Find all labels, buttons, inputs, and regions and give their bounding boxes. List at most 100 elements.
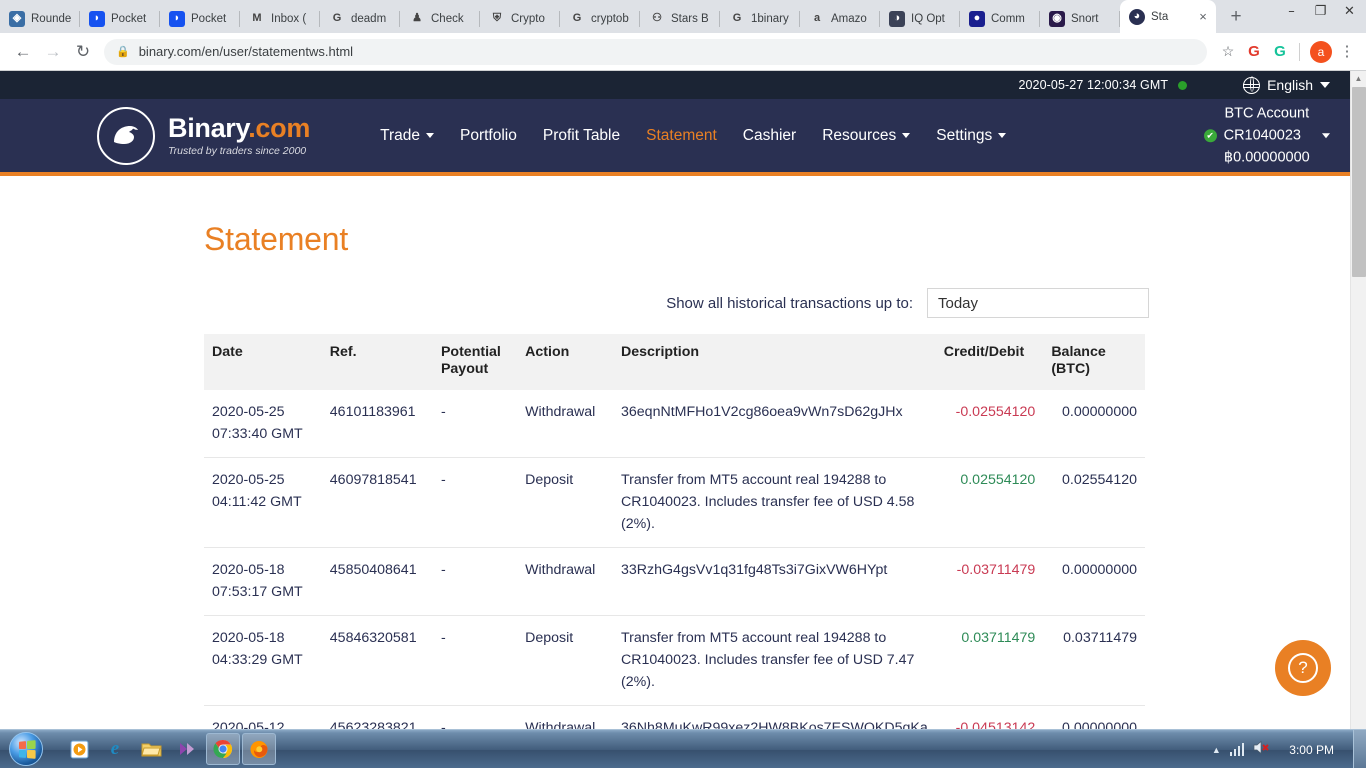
browser-tab[interactable]: ◗ Pocket <box>80 4 160 33</box>
account-switcher[interactable]: BTC Account ✔ CR1040023 ฿0.00000000 <box>1203 102 1330 169</box>
address-bar[interactable]: 🔒 binary.com/en/user/statementws.html <box>104 38 1207 65</box>
show-desktop-button[interactable] <box>1353 730 1366 768</box>
statement-filter-row: Show all historical transactions up to: … <box>204 288 1149 318</box>
browser-tab[interactable]: Gcryptob <box>560 4 640 33</box>
cell-credit-debit: -0.03711479 <box>935 547 1044 617</box>
browser-tab[interactable]: Gdeadm <box>320 4 400 33</box>
profile-avatar[interactable]: a <box>1310 40 1332 63</box>
column-header-description[interactable]: Description <box>613 334 936 391</box>
browser-tab[interactable]: ♟ Check <box>400 4 480 33</box>
table-row[interactable]: 2020-05-18 07:53:17 GMT 45850408641- Withd… <box>204 547 1145 617</box>
filter-label: Show all historical transactions up to: <box>666 294 913 312</box>
mozilla-firefox-icon[interactable] <box>242 733 276 765</box>
nav-item-statement[interactable]: Statement <box>646 127 717 145</box>
media-player-classic-icon[interactable] <box>170 733 204 765</box>
file-explorer-icon[interactable] <box>134 733 168 765</box>
tab-label: IQ Opt <box>911 12 945 25</box>
table-row[interactable]: 2020-05-18 04:33:29 GMT 45846320581- Depos… <box>204 615 1145 707</box>
browser-tab[interactable]: ◑ IQ Opt <box>880 4 960 33</box>
nav-item-profit-table[interactable]: Profit Table <box>543 127 620 145</box>
browser-tab-active[interactable]: ◕ Sta × <box>1120 0 1216 33</box>
date-filter-input[interactable]: Today <box>927 288 1149 318</box>
forward-icon[interactable]: → <box>38 37 68 67</box>
tab-label: cryptob <box>591 12 629 25</box>
google-icon: G <box>332 12 342 24</box>
pocket-icon: ◗ <box>169 10 185 27</box>
browser-tab[interactable]: ● Comm <box>960 4 1040 33</box>
page-title: Statement <box>204 221 349 257</box>
bookmark-star-icon[interactable]: ☆ <box>1215 43 1241 60</box>
browser-tab[interactable]: ⚇ Stars B <box>640 4 720 33</box>
cell-description: 36eqnNtMFHo1V2cg86oea9vWn7sD62gJHx <box>613 390 936 459</box>
account-id: CR1040023 <box>1223 127 1301 144</box>
pocket-icon: ◗ <box>89 10 105 27</box>
close-icon[interactable]: × <box>1196 10 1210 24</box>
taskbar-clock[interactable]: 3:00 PM <box>1279 743 1344 757</box>
toolbar-divider <box>1299 42 1300 61</box>
nav-item-settings[interactable]: Settings <box>936 127 1007 145</box>
cell-potential-payout: - <box>432 705 518 729</box>
internet-explorer-icon[interactable]: e <box>98 733 132 765</box>
verified-check-icon: ✔ <box>1203 129 1217 142</box>
browser-tab[interactable]: ◉ Snort <box>1040 4 1120 33</box>
chevron-down-icon[interactable] <box>1322 133 1330 138</box>
column-header-date[interactable]: Date <box>204 334 322 391</box>
browser-tab[interactable]: ⛨ Crypto <box>480 4 560 33</box>
table-row[interactable]: 2020-05-25 04:11:42 GMT 46097818541- Depos… <box>204 457 1145 549</box>
browser-tab[interactable]: G 1binary <box>720 4 800 33</box>
table-row[interactable]: 2020-05-25 07:33:40 GMT 46101183961- Withd… <box>204 390 1145 459</box>
column-header-ref[interactable]: Ref. <box>321 334 433 391</box>
window-controls: – ❐ ✕ <box>1277 1 1364 21</box>
tab-label: Sta <box>1151 10 1169 23</box>
minimize-button[interactable]: – <box>1277 1 1306 21</box>
cell-potential-payout: - <box>432 615 518 707</box>
page-scrollbar[interactable]: ▲ <box>1350 71 1366 729</box>
google-icon: G <box>572 12 582 24</box>
language-selector[interactable]: English <box>1242 76 1330 94</box>
site-logo[interactable]: Binary.com Trusted by traders since 2000 <box>97 106 310 165</box>
table-row[interactable]: 2020-05-12 07:04:25 GMT45623283821-Withd… <box>204 705 1145 729</box>
help-button[interactable]: ? <box>1275 640 1331 696</box>
nav-item-resources[interactable]: Resources <box>822 127 911 145</box>
comm-icon: ● <box>969 10 985 27</box>
scroll-up-arrow[interactable]: ▲ <box>1351 71 1366 87</box>
nav-item-label: Profit Table <box>542 126 621 144</box>
new-tab-button[interactable]: + <box>1222 3 1250 31</box>
volume-muted-icon[interactable] <box>1253 740 1270 760</box>
cell-balance: 0.00000000 <box>1043 705 1145 729</box>
logo-tagline: Trusted by traders since 2000 <box>168 144 307 157</box>
tab-label: Amazo <box>831 12 867 25</box>
cell-action: Withdrawal <box>517 390 614 459</box>
nav-item-portfolio[interactable]: Portfolio <box>460 127 517 145</box>
windows-start-orb-icon <box>9 732 43 766</box>
google-chrome-icon[interactable] <box>206 733 240 765</box>
server-time: 2020-05-27 12:00:34 GMT <box>1018 78 1169 92</box>
language-label: English <box>1267 77 1313 93</box>
tab-label: Comm <box>991 12 1025 25</box>
windows-media-player-icon[interactable] <box>62 733 96 765</box>
grammarly-extension-icon[interactable]: G <box>1267 39 1293 65</box>
back-icon[interactable]: ← <box>8 37 38 67</box>
cell-description: Transfer from MT5 account real 194288 to… <box>613 615 936 707</box>
page-viewport: ▲ 2020-05-27 12:00:34 GMT English Binary… <box>0 71 1366 729</box>
browser-tab[interactable]: ◈ Rounde <box>0 4 80 33</box>
scrollbar-thumb[interactable] <box>1352 87 1366 277</box>
browser-tab[interactable]: M Inbox ( <box>240 4 320 33</box>
column-header-potential-payout[interactable]: Potential Payout <box>432 334 518 391</box>
chrome-menu-icon[interactable]: ⋮ <box>1336 44 1358 59</box>
nav-item-cashier[interactable]: Cashier <box>743 127 796 145</box>
start-button[interactable] <box>2 730 50 768</box>
amazon-icon: a <box>813 12 821 24</box>
column-header-action[interactable]: Action <box>517 334 614 391</box>
close-window-button[interactable]: ✕ <box>1335 1 1364 21</box>
column-header-balance[interactable]: Balance (BTC) <box>1043 334 1145 391</box>
tray-expand-icon[interactable]: ▲ <box>1212 745 1221 755</box>
browser-tab[interactable]: ◗ Pocket <box>160 4 240 33</box>
reload-icon[interactable]: ↻ <box>68 37 98 67</box>
network-icon[interactable] <box>1229 743 1245 756</box>
google-translate-extension-icon[interactable]: G <box>1241 39 1267 65</box>
column-header-credit-debit[interactable]: Credit/Debit <box>935 334 1044 391</box>
nav-item-trade[interactable]: Trade <box>380 127 434 145</box>
browser-tab[interactable]: a Amazo <box>800 4 880 33</box>
maximize-button[interactable]: ❐ <box>1306 1 1335 21</box>
